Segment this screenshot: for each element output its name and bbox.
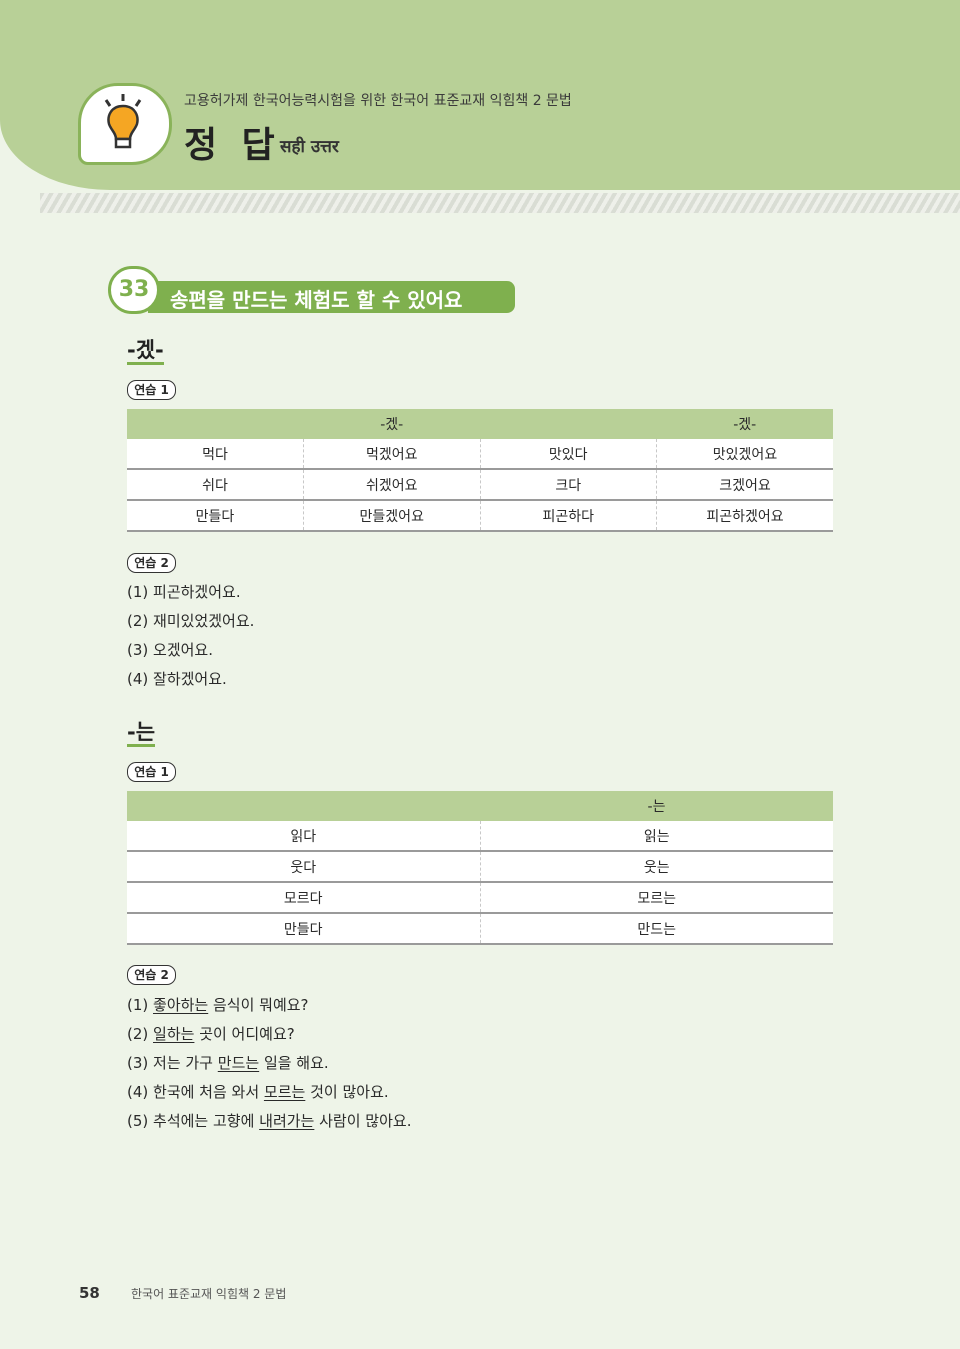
table-row: 읽다 읽는	[127, 821, 833, 852]
table-header-row: -는	[127, 791, 833, 821]
answer-underlined: 좋아하는	[153, 996, 209, 1014]
answer-line: (4) 잘하겠어요.	[127, 670, 227, 688]
page-title: 정 답	[184, 124, 281, 166]
lesson-title: 송편을 만드는 체험도 할 수 있어요	[170, 288, 463, 312]
table-row: 만들다 만드는	[127, 913, 833, 945]
answer-underlined: 일하는	[153, 1025, 195, 1043]
table-header-cell	[480, 409, 657, 439]
table-cell: 쉬겠어요	[303, 469, 480, 501]
table-cell: 읽는	[479, 821, 833, 852]
table-row: 먹다 먹겠어요 맛있다 맛있겠어요	[127, 439, 833, 470]
table-cell: 만드는	[479, 913, 833, 945]
answer-line: (1) 피곤하겠어요.	[127, 583, 241, 601]
table-cell: 크겠어요	[656, 469, 833, 501]
table-cell: 모르는	[479, 882, 833, 914]
answer-text: (2)	[127, 1025, 154, 1043]
table-cell: 웃는	[479, 851, 833, 883]
page-number: 58	[79, 1284, 100, 1302]
lightbulb-icon	[104, 94, 142, 149]
table-cell: 맛있다	[479, 439, 657, 470]
conjugation-table-1: -겠- -겠- 먹다 먹겠어요 맛있다 맛있겠어요 쉬다 쉬겠어요 크다 크겠어…	[127, 409, 833, 532]
answer-text: 음식이 뭐예요?	[208, 996, 309, 1014]
decorative-stripe	[40, 193, 960, 213]
table-cell: 크다	[479, 469, 657, 501]
table-row: 웃다 웃는	[127, 851, 833, 883]
table-row: 모르다 모르는	[127, 882, 833, 914]
answer-line: (3) 오겠어요.	[127, 641, 213, 659]
table-cell: 쉬다	[127, 469, 304, 501]
answer-text: (1)	[127, 996, 154, 1014]
lesson-number: 33	[108, 266, 160, 314]
exercise-1-tag: 연습 1	[127, 380, 176, 400]
answer-line: (2) 재미있었겠어요.	[127, 612, 255, 630]
table-header-cell: -겠-	[656, 409, 833, 439]
answer-underlined: 만드는	[217, 1054, 260, 1072]
footer-book-title: 한국어 표준교재 익힘책 2 문법	[131, 1287, 287, 1301]
answer-line: (4) 한국에 처음 와서 모르는 것이 많아요.	[127, 1081, 389, 1102]
answer-line: (2) 일하는 곳이 어디예요?	[127, 1023, 295, 1044]
table-cell: 모르다	[127, 882, 480, 914]
answer-text: (5) 추석에는 고향에	[127, 1112, 260, 1130]
answer-line: (1) 좋아하는 음식이 뭐예요?	[127, 994, 309, 1015]
table-header-cell	[127, 791, 480, 821]
table-cell: 맛있겠어요	[656, 439, 833, 470]
table-header-cell	[127, 409, 304, 439]
table-header-cell: -겠-	[303, 409, 480, 439]
exercise-2-tag: 연습 2	[127, 965, 176, 985]
table-cell: 피곤하겠어요	[656, 500, 833, 532]
answer-text: 곳이 어디예요?	[194, 1025, 295, 1043]
answer-text: 것이 많아요.	[305, 1083, 389, 1101]
answer-underlined: 내려가는	[259, 1112, 315, 1130]
answer-line: (3) 저는 가구 만드는 일을 해요.	[127, 1052, 329, 1073]
exercise-1-tag: 연습 1	[127, 762, 176, 782]
answer-line: (5) 추석에는 고향에 내려가는 사람이 많아요.	[127, 1110, 411, 1131]
exercise-2-tag: 연습 2	[127, 553, 176, 573]
table-cell: 피곤하다	[479, 500, 657, 532]
bulb-badge	[78, 83, 172, 165]
answer-text: 사람이 많아요.	[314, 1112, 412, 1130]
table-header-cell: -는	[480, 791, 833, 821]
book-subtitle: 고용허가제 한국어능력시험을 위한 한국어 표준교재 익힘책 2 문법	[184, 93, 572, 109]
table-cell: 만들다	[127, 913, 480, 945]
grammar-heading-2: -는	[127, 720, 156, 747]
table-cell: 만들다	[127, 500, 304, 532]
table-cell: 만들겠어요	[303, 500, 480, 532]
answer-text: (3) 저는 가구	[127, 1054, 218, 1072]
table-row: 쉬다 쉬겠어요 크다 크겠어요	[127, 469, 833, 501]
table-cell: 웃다	[127, 851, 480, 883]
grammar-heading-1: -겠-	[127, 338, 164, 365]
page-title-hindi: सही उत्तर	[280, 137, 339, 157]
table-cell: 먹겠어요	[303, 439, 480, 470]
table-row: 만들다 만들겠어요 피곤하다 피곤하겠어요	[127, 500, 833, 532]
answer-text: 일을 해요.	[259, 1054, 329, 1072]
table-header-row: -겠- -겠-	[127, 409, 833, 439]
answer-underlined: 모르는	[263, 1083, 306, 1101]
table-cell: 읽다	[127, 821, 480, 852]
table-cell: 먹다	[127, 439, 304, 470]
conjugation-table-2: -는 읽다 읽는 웃다 웃는 모르다 모르는 만들다 만드는	[127, 791, 833, 945]
answer-text: (4) 한국에 처음 와서	[127, 1083, 264, 1101]
